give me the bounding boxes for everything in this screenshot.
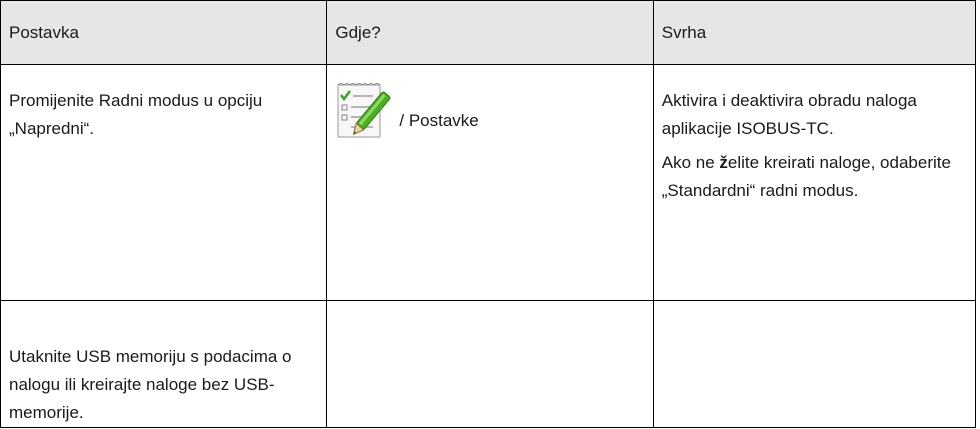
table-row: Promijenite Radni modus u opciju „Napred… [0,64,977,301]
setting-text: Promijenite Radni modus u opciju „Napred… [9,91,263,138]
header-setting: Postavka [0,0,328,65]
cell-purpose: Aktivira i deaktivira obradu naloga apli… [652,64,977,301]
task-checklist-icon [337,83,391,138]
header-purpose: Svrha [652,0,977,65]
where-text: / Postavke [399,111,479,130]
cell-setting: Utaknite USB memoriju s podacima o nalog… [0,300,328,428]
cell-purpose [652,300,977,428]
purpose-p2-start: Ako ne [661,153,720,172]
purpose-paragraph-2: Ako ne želite kreirati naloge, odaberite… [662,149,967,205]
header-where: Gdje? [326,0,654,65]
cell-setting: Promijenite Radni modus u opciju „Napred… [0,64,328,301]
cell-where: / Postavke [326,64,654,301]
settings-table: Postavka Gdje? Svrha Promijenite Radni m… [0,0,977,428]
setting-text: Utaknite USB memoriju s podacima o nalog… [9,347,292,422]
purpose-p2-bold: ž [719,153,728,172]
purpose-paragraph-1: Aktivira i deaktivira obradu naloga apli… [661,91,917,138]
cell-where [326,300,654,428]
table-row: Utaknite USB memoriju s podacima o nalog… [0,300,977,428]
table-header-row: Postavka Gdje? Svrha [0,0,977,65]
